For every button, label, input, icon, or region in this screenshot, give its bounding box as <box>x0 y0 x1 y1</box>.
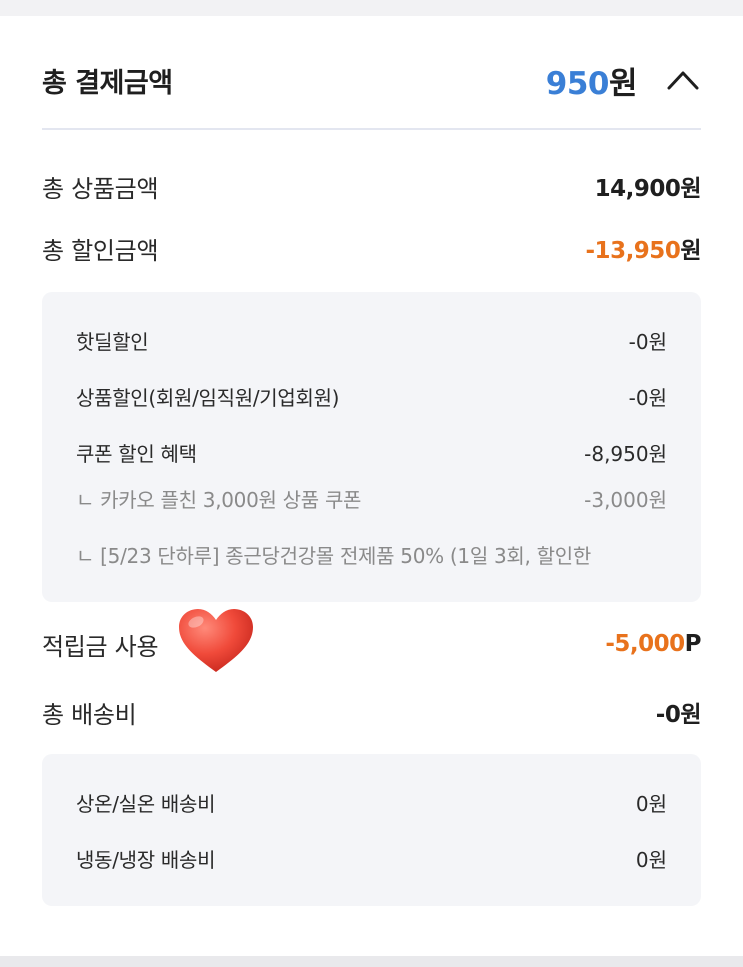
shipping-detail-label: 상온/실온 배송비 <box>76 791 216 816</box>
chevron-up-icon[interactable] <box>665 62 701 98</box>
shipping-detail-row: 상온/실온 배송비 0원 <box>76 784 667 820</box>
discount-detail-row: 핫딜할인 -0원 <box>76 322 667 358</box>
points-label: 적립금 사용 <box>42 632 159 661</box>
payment-summary-card: 총 결제금액 950원 총 상품금액 14,900원 총 할인금액 -13,95… <box>0 16 743 956</box>
discount-detail-value: -0원 <box>628 329 667 354</box>
points-row: 적립금 사용 -5,000P <box>42 622 702 666</box>
shipping-detail-label: 냉동/냉장 배송비 <box>76 847 216 872</box>
discount-detail-label: 상품할인(회원/임직원/기업회원) <box>76 385 340 410</box>
total-payment-amount: 950원 <box>545 58 638 103</box>
discount-detail-value: -8,950원 <box>584 441 667 466</box>
product-total-label: 총 상품금액 <box>42 174 159 203</box>
payment-total-header[interactable]: 총 결제금액 950원 <box>42 50 701 110</box>
product-total-value: 14,900원 <box>594 176 702 202</box>
shipping-total-label: 총 배송비 <box>42 700 137 729</box>
discount-detail-row: 상품할인(회원/임직원/기업회원) -0원 <box>76 378 667 414</box>
discount-total-label: 총 할인금액 <box>42 236 159 265</box>
discount-total-value: -13,950원 <box>585 231 702 265</box>
coupon-detail-label: ㄴ [5/23 단하루] 종근당건강몰 전제품 50% (1일 3회, 할인한 <box>76 543 591 568</box>
coupon-detail-value: -3,000원 <box>584 487 667 512</box>
shipping-total-value: -0원 <box>655 702 702 728</box>
discount-detail-value: -0원 <box>628 385 667 410</box>
total-payment-amount-number: 950 <box>545 65 610 102</box>
points-unit: P <box>684 631 702 657</box>
discount-detail-label: 핫딜할인 <box>76 329 149 354</box>
discount-total-unit: 원 <box>680 238 701 264</box>
shipping-details-box: 상온/실온 배송비 0원 냉동/냉장 배송비 0원 <box>42 754 701 906</box>
discount-detail-label: 쿠폰 할인 혜택 <box>76 441 197 466</box>
points-number: -5,000 <box>605 631 685 657</box>
discount-details-box: 핫딜할인 -0원 상품할인(회원/임직원/기업회원) -0원 쿠폰 할인 혜택 … <box>42 292 701 602</box>
coupon-detail-row: ㄴ [5/23 단하루] 종근당건강몰 전제품 50% (1일 3회, 할인한 <box>76 536 667 572</box>
shipping-detail-value: 0원 <box>635 847 667 872</box>
discount-total-number: -13,950 <box>585 238 681 264</box>
coupon-detail-row: ㄴ 카카오 플친 3,000원 상품 쿠폰 -3,000원 <box>76 480 667 516</box>
shipping-detail-row: 냉동/냉장 배송비 0원 <box>76 840 667 876</box>
header-divider <box>42 128 701 130</box>
shipping-total-row: 총 배송비 -0원 <box>42 690 702 734</box>
heart-icon <box>179 609 253 672</box>
discount-detail-row: 쿠폰 할인 혜택 -8,950원 <box>76 434 667 470</box>
bottom-strip <box>0 956 743 967</box>
discount-total-row: 총 할인금액 -13,950원 <box>42 228 701 268</box>
total-payment-amount-group: 950원 <box>546 58 701 103</box>
shipping-detail-value: 0원 <box>635 791 667 816</box>
coupon-detail-label: ㄴ 카카오 플친 3,000원 상품 쿠폰 <box>76 487 362 512</box>
product-total-row: 총 상품금액 14,900원 <box>42 166 702 206</box>
total-payment-amount-unit: 원 <box>608 65 638 102</box>
total-payment-title: 총 결제금액 <box>42 67 173 99</box>
points-value: -5,000P <box>605 631 701 657</box>
